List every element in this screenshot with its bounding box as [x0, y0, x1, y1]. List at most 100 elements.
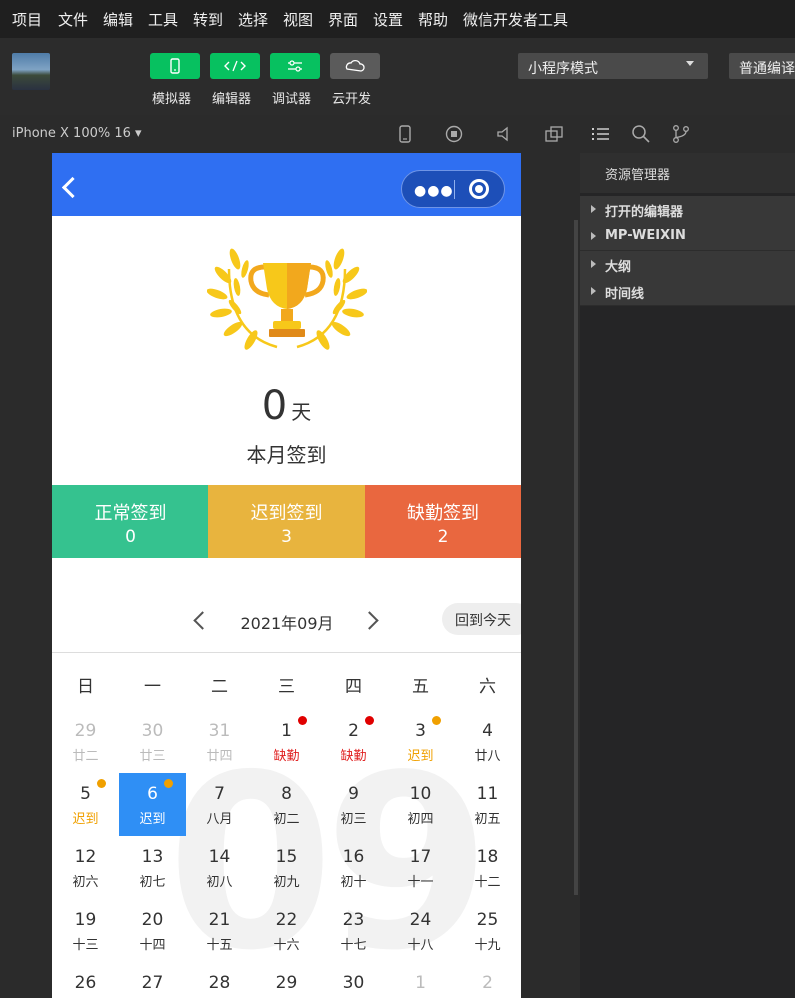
- menu-item-project[interactable]: 项目: [12, 9, 42, 30]
- calendar-day-sub: 十五: [206, 938, 233, 953]
- capsule-menu[interactable]: ●●●: [401, 170, 505, 208]
- calendar-day-cell[interactable]: 12 初六: [52, 836, 119, 899]
- explorer-header: 资源管理器: [580, 153, 795, 193]
- back-to-today-button[interactable]: 回到今天: [442, 603, 521, 635]
- menu-item-goto[interactable]: 转到: [193, 9, 223, 30]
- chevron-down-icon: [686, 61, 694, 66]
- calendar-day-cell[interactable]: 1: [387, 962, 454, 998]
- source-control-icon[interactable]: [671, 124, 691, 144]
- section-outline[interactable]: 大纲: [580, 251, 795, 279]
- calendar-day-cell[interactable]: 23 十七: [320, 899, 387, 962]
- mini-program-navbar: ●●●: [52, 153, 521, 216]
- section-mp-weixin[interactable]: MP-WEIXIN: [580, 223, 795, 251]
- calendar-day-cell[interactable]: 9 初三: [320, 773, 387, 836]
- back-to-today-label: 回到今天: [455, 613, 511, 629]
- calendar-day-sub: 迟到: [139, 812, 166, 827]
- calendar-day-cell[interactable]: 5 迟到: [52, 773, 119, 836]
- simulator-scrollbar[interactable]: [574, 220, 578, 895]
- calendar-day-cell[interactable]: 29: [253, 962, 320, 998]
- popout-window-icon[interactable]: [544, 125, 564, 143]
- back-arrow-icon[interactable]: [61, 176, 84, 199]
- close-circle-icon[interactable]: [469, 179, 489, 199]
- calendar-day-cell[interactable]: 10 初四: [387, 773, 454, 836]
- calendar-day-number: 19: [74, 910, 97, 930]
- calendar-day-cell[interactable]: 14 初八: [186, 836, 253, 899]
- menu-item-view[interactable]: 视图: [283, 9, 313, 30]
- section-open-editors[interactable]: 打开的编辑器: [580, 196, 795, 224]
- calendar-day-number: 7: [214, 784, 225, 804]
- menu-item-tools[interactable]: 工具: [148, 9, 178, 30]
- calendar-day-cell[interactable]: 26: [52, 962, 119, 998]
- trophy-icon: [206, 239, 368, 354]
- calendar-day-cell[interactable]: 13 初七: [119, 836, 186, 899]
- calendar-divider: [52, 652, 521, 653]
- calendar-day-cell[interactable]: 29 廿二: [52, 710, 119, 773]
- more-dots-icon[interactable]: ●●●: [414, 183, 454, 199]
- menu-item-interface[interactable]: 界面: [328, 9, 358, 30]
- calendar-day-cell[interactable]: 28: [186, 962, 253, 998]
- search-icon[interactable]: [631, 124, 651, 144]
- calendar-day-number: 14: [208, 847, 231, 867]
- calendar-day-cell[interactable]: 4 廿八: [454, 710, 521, 773]
- calendar-day-cell[interactable]: 7 八月: [186, 773, 253, 836]
- list-icon[interactable]: [591, 124, 611, 144]
- cloud-dev-label: 云开发: [332, 92, 372, 107]
- calendar-month: 2021年09月: [240, 614, 334, 633]
- calendar-day-number: 11: [476, 784, 499, 804]
- calendar-day-cell[interactable]: 2 缺勤: [320, 710, 387, 773]
- volume-icon[interactable]: [494, 125, 514, 143]
- calendar-day-sub: 十九: [474, 938, 501, 953]
- stop-icon[interactable]: [444, 125, 464, 143]
- phone-outline-icon[interactable]: [395, 125, 415, 143]
- calendar-day-cell[interactable]: 30: [320, 962, 387, 998]
- prev-month-icon[interactable]: [193, 611, 212, 630]
- calendar-day-number: 9: [348, 784, 359, 804]
- compile-mode-value: 普通编译: [739, 61, 795, 77]
- weekday-mon: 一: [144, 677, 161, 697]
- calendar-day-number: 29: [74, 721, 97, 741]
- cloud-dev-button[interactable]: [330, 53, 380, 79]
- project-avatar[interactable]: [12, 53, 50, 90]
- menu-item-help[interactable]: 帮助: [418, 9, 448, 30]
- calendar-day-cell[interactable]: 30 廿三: [119, 710, 186, 773]
- calendar-day-sub: 初四: [407, 812, 434, 827]
- mode-select[interactable]: 小程序模式: [518, 53, 708, 79]
- calendar-day-cell[interactable]: 22 十六: [253, 899, 320, 962]
- weekday-sat: 六: [479, 677, 496, 697]
- weekday-tue: 二: [211, 677, 228, 697]
- calendar-day-cell[interactable]: 27: [119, 962, 186, 998]
- simulator-button[interactable]: [150, 53, 200, 79]
- calendar-day-cell[interactable]: 17 十一: [387, 836, 454, 899]
- compile-mode-select[interactable]: 普通编译: [729, 53, 795, 79]
- calendar-day-cell[interactable]: 16 初十: [320, 836, 387, 899]
- calendar-day-cell[interactable]: 6 迟到: [119, 773, 186, 836]
- calendar-day-number: 10: [409, 784, 432, 804]
- calendar-day-cell[interactable]: 1 缺勤: [253, 710, 320, 773]
- device-select[interactable]: iPhone X 100% 16 ▾: [12, 126, 142, 141]
- calendar-day-cell[interactable]: 15 初九: [253, 836, 320, 899]
- calendar-day-cell[interactable]: 21 十五: [186, 899, 253, 962]
- calendar-day-cell[interactable]: 2: [454, 962, 521, 998]
- calendar-day-sub: 初五: [474, 812, 501, 827]
- calendar-day-cell[interactable]: 31 廿四: [186, 710, 253, 773]
- calendar-day-cell[interactable]: 20 十四: [119, 899, 186, 962]
- menu-item-select[interactable]: 选择: [238, 9, 268, 30]
- calendar-day-cell[interactable]: 8 初二: [253, 773, 320, 836]
- calendar-day-cell[interactable]: 24 十八: [387, 899, 454, 962]
- editor-button[interactable]: [210, 53, 260, 79]
- simulator-label: 模拟器: [152, 92, 192, 107]
- debugger-button[interactable]: [270, 53, 320, 79]
- menu-item-edit[interactable]: 编辑: [103, 9, 133, 30]
- calendar-day-cell[interactable]: 19 十三: [52, 899, 119, 962]
- next-month-icon[interactable]: [360, 611, 379, 630]
- simulator-bar: iPhone X 100% 16 ▾: [0, 115, 579, 154]
- menu-item-file[interactable]: 文件: [58, 9, 88, 30]
- calendar-day-cell[interactable]: 18 十二: [454, 836, 521, 899]
- menu-item-devtools[interactable]: 微信开发者工具: [463, 9, 568, 30]
- menu-item-settings[interactable]: 设置: [373, 9, 403, 30]
- calendar-day-cell[interactable]: 3 迟到: [387, 710, 454, 773]
- calendar-day-cell[interactable]: 25 十九: [454, 899, 521, 962]
- section-timeline[interactable]: 时间线: [580, 278, 795, 306]
- status-dot: [164, 779, 173, 788]
- calendar-day-cell[interactable]: 11 初五: [454, 773, 521, 836]
